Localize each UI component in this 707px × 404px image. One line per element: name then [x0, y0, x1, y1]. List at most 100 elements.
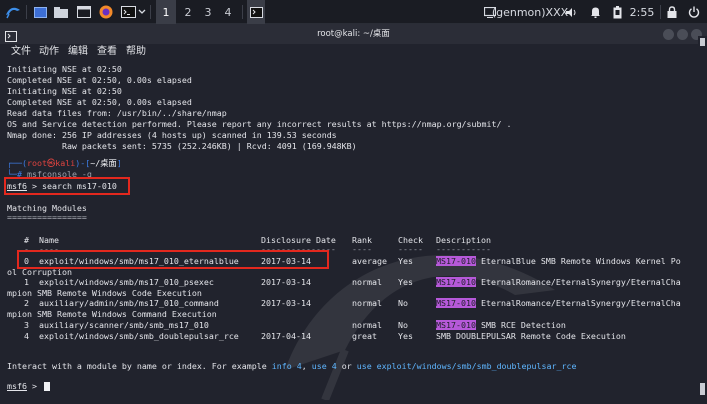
output-line: Initiating NSE at 02:50	[7, 86, 122, 96]
interact-or: or	[336, 361, 357, 371]
rank: normal	[352, 298, 382, 308]
description: MS17-010 SMB RCE Detection	[436, 320, 566, 331]
msf-prompt: msf6	[7, 381, 27, 391]
lock-icon[interactable]	[664, 0, 680, 24]
power-icon[interactable]	[686, 0, 702, 24]
disclosure-date: 2017-04-14	[261, 331, 311, 341]
workspace-1[interactable]: 1	[156, 0, 176, 24]
prompt-dir: ~/桌面	[90, 158, 117, 168]
scrollbar-top-thumb[interactable]	[700, 38, 705, 46]
title-bar[interactable]: root@kali: ~/桌面	[0, 24, 707, 44]
terminal-icon[interactable]	[119, 0, 137, 24]
description-text: SMB RCE Detection	[475, 320, 566, 330]
interact-text: Interact with a module by name or index.…	[7, 361, 272, 371]
terminal-task-icon[interactable]	[247, 0, 265, 24]
output-line: Initiating NSE at 02:50	[7, 64, 122, 74]
highlight-box-eternalblue	[17, 250, 329, 269]
browser-icon[interactable]	[75, 0, 93, 24]
top-panel: 1 2 3 4 (genmon)XXX 2:55	[0, 0, 707, 24]
output-line: Completed NSE at 02:50, 0.00s elapsed	[7, 75, 192, 85]
window-icon[interactable]	[31, 0, 49, 24]
check: No	[398, 298, 408, 308]
menu-help[interactable]: 帮助	[126, 44, 146, 60]
firefox-icon[interactable]	[97, 0, 115, 24]
module-name[interactable]: auxiliary/admin/smb/ms17_010_command	[39, 298, 219, 309]
kali-menu-icon[interactable]	[3, 0, 23, 24]
prompt-suffix: >	[26, 381, 42, 391]
window-title: root@kali: ~/桌面	[317, 29, 390, 39]
maximize-button[interactable]	[677, 29, 688, 40]
workspace-4[interactable]: 4	[218, 0, 238, 24]
ms17-highlight: MS17-010	[436, 320, 476, 330]
description-text: EternalBlue SMB Remote Windows Kernel Po	[475, 256, 681, 266]
ms17-highlight: MS17-010	[436, 277, 476, 287]
row-num: 4	[24, 331, 29, 341]
clock[interactable]: 2:55	[627, 0, 657, 24]
interact-info: info 4	[271, 361, 302, 371]
rank: great	[352, 331, 377, 341]
genmon-label[interactable]: (genmon)XXX	[492, 0, 568, 24]
interact-comma: ,	[301, 361, 312, 371]
description-wrap: mpion SMB Remote Windows Command Executi…	[7, 309, 217, 319]
header-underline: -----------	[436, 244, 491, 254]
prompt-mid: )-[	[75, 158, 91, 168]
battery-icon[interactable]	[610, 0, 624, 24]
rank: average	[352, 256, 387, 266]
folder-icon[interactable]	[52, 0, 70, 24]
rank: normal	[352, 320, 382, 330]
interact-hint: Interact with a module by name or index.…	[7, 361, 577, 372]
description: SMB DOUBLEPULSAR Remote Code Execution	[436, 331, 626, 341]
menu-edit[interactable]: 编辑	[68, 44, 88, 60]
menu-file[interactable]: 文件	[11, 44, 31, 60]
description-text: EternalRomance/EternalSynergy/EternalCha	[475, 298, 681, 308]
row-num: 2	[24, 298, 29, 308]
scrollbar[interactable]	[698, 36, 707, 380]
interact-use-full: use exploit/windows/smb/smb_doublepulsar…	[356, 361, 577, 371]
description: MS17-010 EternalRomance/EternalSynergy/E…	[436, 298, 681, 309]
check: Yes	[398, 331, 413, 341]
rank: normal	[352, 277, 382, 287]
matching-underline: ================	[7, 212, 87, 222]
disclosure-date: 2017-03-14	[261, 277, 311, 287]
check: Yes	[398, 277, 413, 287]
row-num: 1	[24, 277, 29, 287]
msf-final-prompt[interactable]: msf6 >	[7, 381, 42, 392]
minimize-button[interactable]	[663, 29, 674, 40]
chevron-down-icon[interactable]	[137, 0, 147, 24]
row-num: 3	[24, 320, 29, 330]
workspace-2[interactable]: 2	[178, 0, 198, 24]
description: MS17-010 EternalRomance/EternalSynergy/E…	[436, 277, 681, 288]
prompt-user: root	[26, 158, 47, 168]
description-text: EternalRomance/EternalSynergy/EternalCha	[475, 277, 681, 287]
module-name[interactable]: auxiliary/scanner/smb/smb_ms17_010	[39, 320, 209, 331]
menu-view[interactable]: 查看	[97, 44, 117, 60]
module-name[interactable]: exploit/windows/smb/ms17_010_psexec	[39, 277, 214, 288]
interact-use: use 4	[311, 361, 337, 371]
text-cursor	[44, 382, 50, 391]
ms17-highlight: MS17-010	[436, 256, 476, 266]
output-line: OS and Service detection performed. Plea…	[7, 119, 512, 129]
output-line: Nmap done: 256 IP addresses (4 hosts up)…	[7, 130, 337, 140]
output-line: Read data files from: /usr/bin/../share/…	[7, 108, 227, 118]
disclosure-date: 2017-03-14	[261, 298, 311, 308]
prompt-close: ]	[116, 158, 122, 168]
ms17-highlight: MS17-010	[436, 298, 476, 308]
prompt-host: kali	[55, 158, 76, 168]
workspace-3[interactable]: 3	[198, 0, 218, 24]
header-underline: ----	[352, 244, 372, 254]
bell-icon[interactable]	[588, 0, 602, 24]
check: Yes	[398, 256, 413, 266]
module-name[interactable]: exploit/windows/smb/smb_doublepulsar_rce	[39, 331, 239, 342]
menu-action[interactable]: 动作	[39, 44, 59, 60]
shell-prompt: ┌──(root㉿kali)-[~/桌面]	[7, 158, 122, 169]
prompt-open: ┌──(	[7, 158, 27, 168]
check: No	[398, 320, 408, 330]
menu-bar: 文件 动作 编辑 查看 帮助	[0, 44, 707, 60]
header-underline: -----	[398, 244, 423, 254]
output-line: Raw packets sent: 5735 (252.246KB) | Rcv…	[7, 141, 357, 151]
volume-icon[interactable]	[564, 0, 578, 24]
scrollbar-thumb[interactable]	[700, 383, 705, 395]
output-line: Completed NSE at 02:50, 0.00s elapsed	[7, 97, 192, 107]
highlight-box-search	[4, 177, 130, 195]
description: MS17-010 EternalBlue SMB Remote Windows …	[436, 256, 681, 267]
